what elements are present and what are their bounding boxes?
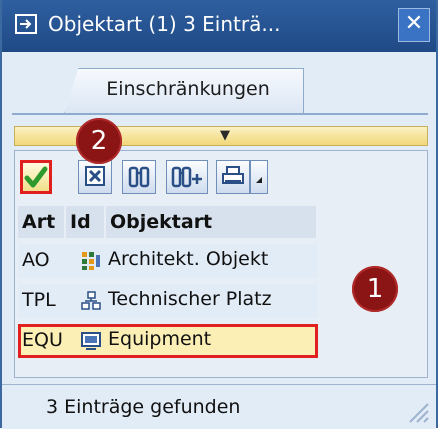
table-row-selected[interactable]: EQU Equipment xyxy=(18,324,318,358)
printer-icon xyxy=(222,166,244,184)
close-button[interactable]: ✕ xyxy=(398,8,430,42)
binoculars-plus-icon xyxy=(171,166,202,188)
window-title: Objektart (1) 3 Einträ... xyxy=(48,12,281,36)
binoculars-icon xyxy=(128,166,150,188)
dropdown-icon xyxy=(256,177,262,183)
cell-art: TPL xyxy=(22,289,56,311)
cell-objektart: Equipment xyxy=(108,328,212,350)
functional-location-icon xyxy=(81,291,101,310)
print-button[interactable] xyxy=(216,160,250,194)
resize-grip-icon[interactable] xyxy=(402,396,430,424)
dialog-window: Objektart (1) 3 Einträ... ✕ Einschränkun… xyxy=(0,0,438,429)
cancel-button[interactable] xyxy=(78,160,112,194)
status-text: 3 Einträge gefunden xyxy=(46,396,241,418)
confirm-button[interactable] xyxy=(20,160,52,194)
table-row[interactable]: AO Architekt. Objekt xyxy=(18,244,318,278)
column-header-objektart[interactable]: Objektart xyxy=(106,206,316,238)
cell-art: EQU xyxy=(22,329,63,351)
checkmark-icon xyxy=(24,166,48,188)
cell-art: AO xyxy=(22,249,50,271)
find-button[interactable] xyxy=(122,160,156,194)
table-row[interactable]: TPL Technischer Platz xyxy=(18,284,318,318)
chevron-down-icon[interactable]: ▼ xyxy=(220,127,230,145)
annotation-marker-2: 2 xyxy=(76,118,122,164)
cell-objektart: Technischer Platz xyxy=(108,288,272,310)
column-header-art[interactable]: Art xyxy=(18,206,64,238)
tab-divider xyxy=(12,113,428,115)
title-bar: Objektart (1) 3 Einträ... ✕ xyxy=(2,0,436,52)
tab-label: Einschränkungen xyxy=(106,78,270,100)
cell-objektart: Architekt. Objekt xyxy=(108,248,269,270)
print-options-button[interactable] xyxy=(250,160,268,194)
equipment-icon xyxy=(81,332,101,350)
cancel-icon xyxy=(85,166,105,186)
architectural-object-icon xyxy=(82,252,100,270)
find-next-button[interactable] xyxy=(166,160,208,194)
column-header-id[interactable]: Id xyxy=(66,206,104,238)
window-icon xyxy=(15,14,37,34)
annotation-marker-1: 1 xyxy=(352,266,398,312)
